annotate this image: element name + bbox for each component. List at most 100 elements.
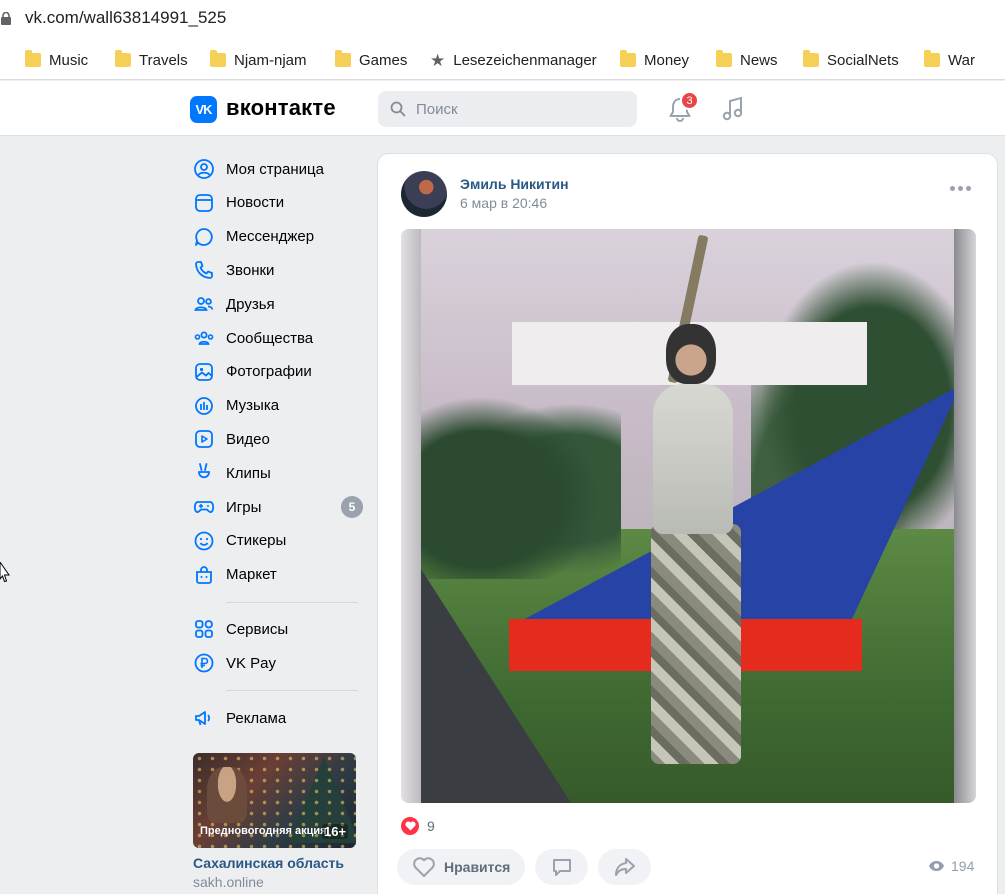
bookmark-money[interactable]: Money — [620, 50, 689, 70]
bookmark-label: Travels — [139, 51, 188, 69]
folder-icon — [803, 50, 819, 67]
sidebar-item-vkpay[interactable]: VK Pay — [190, 646, 365, 680]
phone-icon — [192, 258, 216, 282]
bookmark-music[interactable]: Music — [25, 50, 88, 70]
bookmark-travels[interactable]: Travels — [115, 50, 188, 70]
views-counter: 194 — [928, 858, 974, 874]
sidebar-item-services[interactable]: Сервисы — [190, 612, 365, 646]
sidebar-item-market[interactable]: Маркет — [190, 558, 365, 592]
message-icon — [192, 225, 216, 249]
sticker-icon — [192, 529, 216, 553]
eye-icon — [929, 861, 944, 871]
sidebar-item-label: Новости — [226, 194, 285, 212]
bookmark-njam-njam[interactable]: Njam-njam — [210, 50, 307, 70]
heart-filled-icon — [401, 817, 419, 835]
comment-button[interactable] — [535, 849, 589, 885]
games-icon — [192, 495, 216, 519]
photo-blur-right — [954, 229, 976, 803]
sidebar-divider — [226, 690, 358, 691]
share-button[interactable] — [598, 849, 652, 885]
sidebar-item-label: Видео — [226, 430, 270, 448]
wall-post: Эмиль Никитин 6 мар в 20:46 9 Нравится 1… — [377, 153, 998, 894]
sidebar-item-message[interactable]: Мессенджер — [190, 220, 365, 254]
lock-icon — [1, 12, 11, 25]
sidebar-item-phone[interactable]: Звонки — [190, 253, 365, 287]
sidebar-item-video[interactable]: Видео — [190, 422, 365, 456]
friends-icon — [192, 292, 216, 316]
sidebar-item-label: Клипы — [226, 464, 271, 482]
bookmark-lesezeichenmanager[interactable]: ★ Lesezeichenmanager — [430, 50, 597, 70]
bookmark-label: War — [948, 51, 975, 69]
views-count: 194 — [951, 858, 975, 874]
bookmark-games[interactable]: Games — [335, 50, 407, 70]
ads-icon — [192, 706, 216, 730]
likes-count: 9 — [427, 818, 435, 834]
news-icon — [192, 191, 216, 215]
counter-badge: 5 — [341, 496, 363, 518]
services-icon — [192, 617, 216, 641]
more-options-icon[interactable] — [950, 184, 974, 192]
comment-icon — [552, 859, 571, 876]
browser-address-bar[interactable]: vk.com/wall63814991_525 — [0, 0, 1005, 38]
mouse-cursor-icon — [0, 562, 10, 582]
sidebar-item-games[interactable]: Игры 5 — [190, 490, 365, 524]
heart-outline-icon — [413, 857, 435, 877]
music-icon — [192, 394, 216, 418]
sidebar-item-label: Игры — [226, 498, 262, 516]
user-circle-icon — [192, 157, 216, 181]
sidebar-item-friends[interactable]: Друзья — [190, 287, 365, 321]
sidebar-item-communities[interactable]: Сообщества — [190, 321, 365, 355]
bookmark-news[interactable]: News — [716, 50, 778, 70]
bookmark-socialnets[interactable]: SocialNets — [803, 50, 899, 70]
sidebar-item-user-circle[interactable]: Моя страница — [190, 152, 365, 186]
sidebar-item-photo[interactable]: Фотографии — [190, 355, 365, 389]
video-icon — [192, 427, 216, 451]
search-box[interactable] — [378, 91, 637, 127]
sidebar-item-label: Стикеры — [226, 532, 287, 550]
sidebar-item-news[interactable]: Новости — [190, 186, 365, 220]
folder-icon — [115, 50, 131, 67]
vk-brand-name[interactable]: вконтакте — [226, 95, 336, 121]
folder-icon — [25, 50, 41, 67]
sidebar-divider — [226, 602, 358, 603]
sidebar-item-label: Фотографии — [226, 363, 312, 381]
sidebar-item-ads[interactable]: Реклама — [190, 701, 365, 735]
ad-age-rating: 16+ — [322, 824, 349, 839]
post-photo[interactable] — [401, 229, 976, 803]
music-icon[interactable] — [720, 95, 746, 123]
bookmark-label: Games — [359, 51, 408, 69]
notifications-badge: 3 — [680, 91, 699, 110]
sidebar-item-label: Моя страница — [226, 160, 324, 178]
sidebar-item-sticker[interactable]: Стикеры — [190, 524, 365, 558]
folder-icon — [335, 50, 351, 67]
post-actions: Нравится — [397, 849, 652, 885]
sidebar-item-label: Сообщества — [226, 329, 314, 347]
vk-logo-icon[interactable]: VK — [190, 96, 217, 123]
market-icon — [192, 563, 216, 587]
sidebar-item-label: Музыка — [226, 397, 280, 415]
clips-icon — [192, 461, 216, 485]
share-icon — [614, 858, 635, 876]
star-icon: ★ — [430, 50, 446, 70]
ad-title-link[interactable]: Сахалинская область — [193, 855, 344, 871]
bookmark-war[interactable]: War — [924, 50, 975, 70]
bookmark-label: Money — [644, 51, 690, 69]
like-button-label: Нравится — [444, 859, 511, 875]
photo-icon — [192, 360, 216, 384]
post-author-link[interactable]: Эмиль Никитин — [460, 176, 569, 192]
post-date[interactable]: 6 мар в 20:46 — [460, 195, 547, 211]
ad-banner-image[interactable]: Предновогодняя акция 16+ — [193, 753, 356, 848]
author-avatar[interactable] — [401, 171, 447, 217]
search-input[interactable] — [416, 91, 626, 127]
folder-icon — [716, 50, 732, 67]
ad-caption: Предновогодняя акция — [200, 825, 327, 837]
likes-summary[interactable]: 9 — [401, 816, 435, 836]
like-button[interactable]: Нравится — [397, 849, 526, 885]
ad-domain[interactable]: sakh.online — [193, 874, 264, 890]
sidebar-item-music[interactable]: Музыка — [190, 389, 365, 423]
sidebar-item-label: VK Pay — [226, 654, 277, 672]
sidebar-item-label: Маркет — [226, 566, 277, 584]
url-text[interactable]: vk.com/wall63814991_525 — [25, 8, 226, 28]
folder-icon — [210, 50, 226, 67]
sidebar-item-clips[interactable]: Клипы — [190, 456, 365, 490]
